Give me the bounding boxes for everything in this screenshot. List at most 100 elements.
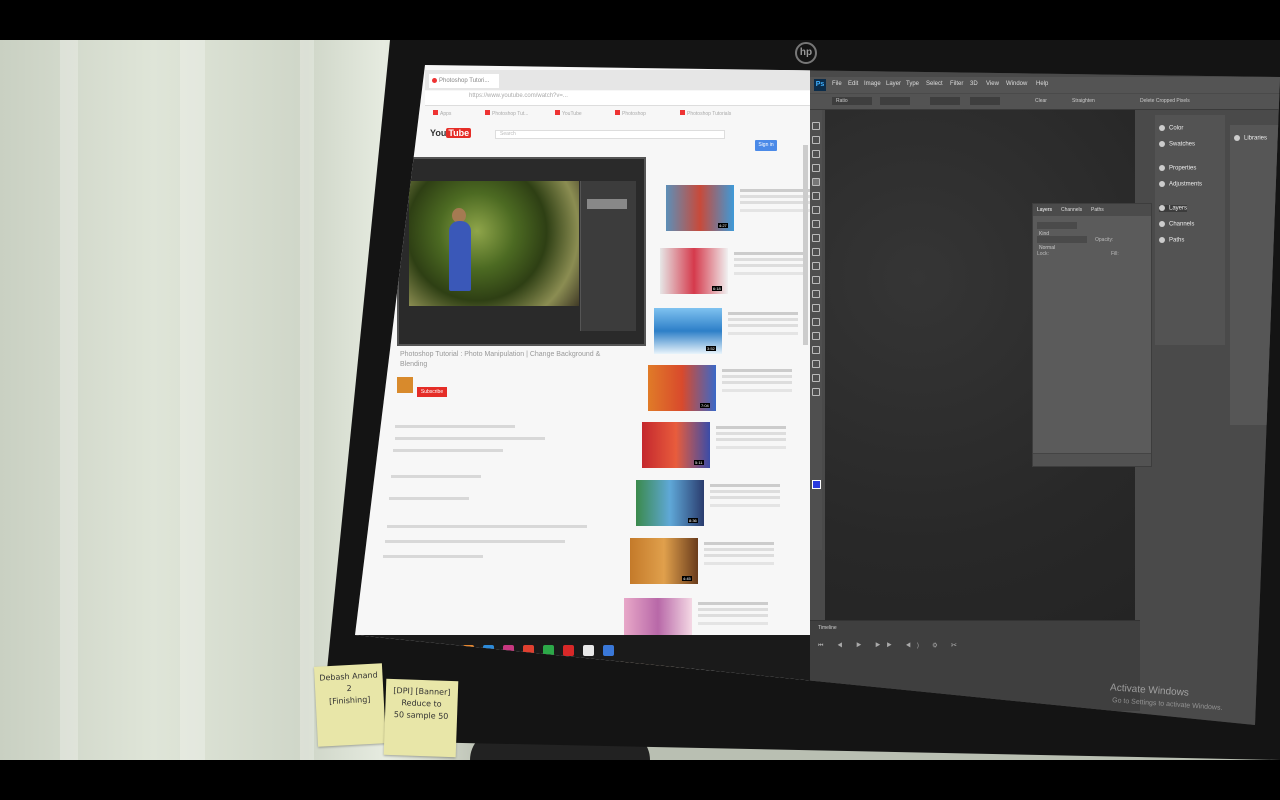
menu-filter[interactable]: Filter <box>950 81 963 87</box>
video-duration: 7:04 <box>700 403 710 408</box>
dock-properties[interactable]: Properties <box>1159 165 1196 172</box>
ps-menubar: Ps File Edit Image Layer Type Select Fil… <box>810 77 1280 93</box>
gradient-tool-icon[interactable] <box>812 276 820 284</box>
app-icon[interactable] <box>603 645 614 656</box>
dock-paths[interactable]: Paths <box>1159 237 1184 244</box>
browser-window: Photoshop Tutori... https://www.youtube.… <box>355 65 810 705</box>
menu-file[interactable]: File <box>832 81 842 87</box>
acrobat-icon[interactable] <box>563 645 574 656</box>
type-tool-icon[interactable] <box>812 332 820 340</box>
delete-cropped-pixels-checkbox[interactable]: Delete Cropped Pixels <box>1140 98 1190 104</box>
video-meta-text <box>698 602 768 605</box>
crop-resolution-input[interactable] <box>970 97 1000 105</box>
related-video-item[interactable]: 4:27 <box>666 185 826 233</box>
eyedropper-tool-icon[interactable] <box>812 192 820 200</box>
panels-dock: Color Swatches Properties Adjustments La… <box>1155 115 1225 345</box>
crop-height-input[interactable] <box>930 97 960 105</box>
crop-tool-icon[interactable] <box>812 178 820 186</box>
url-text: https://www.youtube.com/watch?v=... <box>469 93 568 99</box>
eraser-tool-icon[interactable] <box>812 262 820 270</box>
clear-button[interactable]: Clear <box>1035 98 1047 104</box>
dock-swatches[interactable]: Swatches <box>1159 141 1195 148</box>
search-input[interactable]: Search <box>495 130 725 139</box>
layer-kind-filter[interactable]: Kind <box>1037 222 1077 237</box>
description-line <box>395 425 515 428</box>
menu-edit[interactable]: Edit <box>848 81 858 87</box>
menu-image[interactable]: Image <box>864 81 881 87</box>
video-duration: 4:45 <box>682 576 692 581</box>
browser-tab[interactable]: Photoshop Tutori... <box>429 74 499 88</box>
sign-in-button[interactable]: Sign in <box>755 140 777 151</box>
photo-scene: hp Photoshop Tutori... https://www.youtu… <box>0 0 1280 800</box>
related-video-item[interactable]: 7:04 <box>648 365 808 413</box>
brush-tool-icon[interactable] <box>812 220 820 228</box>
tab-channels[interactable]: Channels <box>1061 207 1082 213</box>
blend-mode-select[interactable]: Normal <box>1037 236 1087 251</box>
foreground-color-swatch[interactable] <box>812 480 821 489</box>
yt-logo-prefix: You <box>430 128 447 138</box>
bookmarks-bar: Apps Photoshop Tut... YouTube Photoshop … <box>425 109 810 121</box>
dock-adjustments[interactable]: Adjustments <box>1159 181 1202 188</box>
ps-logo: Ps <box>814 79 826 91</box>
dock-layers[interactable]: Layers <box>1159 205 1188 212</box>
youtube-logo[interactable]: You Tube <box>430 128 472 138</box>
quick-select-tool-icon[interactable] <box>812 164 820 172</box>
related-video-item[interactable]: 6:18 <box>660 248 820 296</box>
subscribe-button[interactable]: Subscribe <box>417 387 447 397</box>
video-layers-panel <box>580 181 636 331</box>
bookmark-item[interactable]: YouTube <box>555 110 582 117</box>
channel-avatar[interactable] <box>397 377 413 393</box>
related-video-item[interactable]: 5:11 <box>642 422 802 470</box>
menu-view[interactable]: View <box>986 81 999 87</box>
dock-color[interactable]: Color <box>1159 125 1183 132</box>
layers-panel-footer <box>1033 453 1151 466</box>
bookmark-item[interactable]: Photoshop Tut... <box>485 110 528 117</box>
dodge-tool-icon[interactable] <box>812 304 820 312</box>
clone-stamp-tool-icon[interactable] <box>812 234 820 242</box>
note-line: [Finishing] <box>328 694 371 707</box>
healing-tool-icon[interactable] <box>812 206 820 214</box>
hand-tool-icon[interactable] <box>812 374 820 382</box>
bookmark-item[interactable]: Photoshop Tutorials <box>680 110 731 117</box>
monitor-screen: Photoshop Tutori... https://www.youtube.… <box>355 65 1280 725</box>
video-meta-text <box>734 252 804 255</box>
shape-tool-icon[interactable] <box>812 360 820 368</box>
address-bar[interactable]: https://www.youtube.com/watch?v=... <box>425 91 810 106</box>
menu-3d[interactable]: 3D <box>970 81 978 87</box>
menu-layer[interactable]: Layer <box>886 81 901 87</box>
video-duration: 6:18 <box>712 286 722 291</box>
curtain-fold <box>180 40 205 760</box>
straighten-button[interactable]: Straighten <box>1072 98 1095 104</box>
related-video-item[interactable]: 3:52 <box>654 308 814 356</box>
menu-type[interactable]: Type <box>906 81 919 87</box>
timeline-controls[interactable]: ⏮ ◀ ▶ ▶▶ ◀) ⚙ ✂ <box>818 643 963 650</box>
app-icon[interactable] <box>583 645 594 656</box>
tab-paths[interactable]: Paths <box>1091 207 1104 213</box>
bookmark-item[interactable]: Apps <box>433 110 451 117</box>
related-video-item[interactable]: 4:45 <box>630 538 790 586</box>
menu-window[interactable]: Window <box>1006 81 1027 87</box>
blur-tool-icon[interactable] <box>812 290 820 298</box>
dock-channels[interactable]: Channels <box>1159 221 1194 228</box>
video-duration: 8:36 <box>688 518 698 523</box>
marquee-tool-icon[interactable] <box>812 136 820 144</box>
tab-layers[interactable]: Layers <box>1037 207 1052 213</box>
lasso-tool-icon[interactable] <box>812 150 820 158</box>
video-duration: 3:52 <box>706 346 716 351</box>
crop-width-input[interactable] <box>880 97 910 105</box>
libraries-label[interactable]: Libraries <box>1234 135 1267 142</box>
path-select-tool-icon[interactable] <box>812 346 820 354</box>
history-brush-tool-icon[interactable] <box>812 248 820 256</box>
video-player[interactable] <box>397 157 646 346</box>
bookmark-item[interactable]: Photoshop <box>615 110 646 117</box>
photoshop-window: Ps File Edit Image Layer Type Select Fil… <box>810 65 1280 725</box>
related-video-item[interactable]: 8:36 <box>636 480 796 528</box>
menu-help[interactable]: Help <box>1036 81 1048 87</box>
sticky-note-left: Debash Anand 2 [Finishing] <box>313 663 387 747</box>
page-scrollbar[interactable] <box>803 145 808 345</box>
tab-label: Photoshop Tutori... <box>439 78 490 84</box>
pen-tool-icon[interactable] <box>812 318 820 326</box>
menu-select[interactable]: Select <box>926 81 943 87</box>
move-tool-icon[interactable] <box>812 122 820 130</box>
zoom-tool-icon[interactable] <box>812 388 820 396</box>
